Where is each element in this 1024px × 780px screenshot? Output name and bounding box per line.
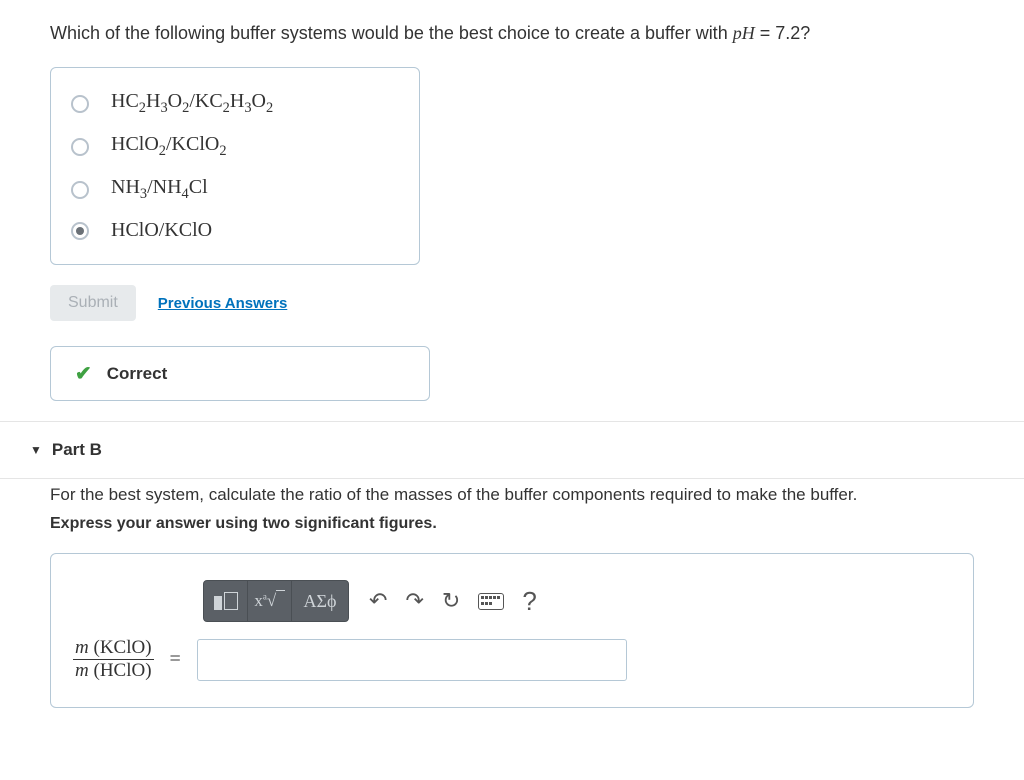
templates-button[interactable] — [204, 581, 248, 621]
caret-down-icon: ▼ — [30, 443, 42, 457]
part-b-title: Part B — [52, 440, 102, 460]
radio-icon[interactable] — [71, 181, 89, 199]
ratio-den: HClO — [100, 660, 145, 681]
redo-icon[interactable]: ↷ — [405, 588, 423, 614]
feedback-box: ✔ Correct — [50, 346, 430, 401]
option-3[interactable]: HClO/KClO — [71, 211, 399, 250]
answer-input[interactable] — [197, 639, 627, 681]
part-b-prompt: For the best system, calculate the ratio… — [50, 485, 974, 505]
greek-label: ΑΣϕ — [304, 591, 337, 612]
part-b-hint: Express your answer using two significan… — [50, 515, 974, 533]
option-formula: NH3/NH4Cl — [111, 176, 208, 203]
radio-icon[interactable] — [71, 138, 89, 156]
radio-icon[interactable] — [71, 95, 89, 113]
greek-button[interactable]: ΑΣϕ — [292, 581, 348, 621]
equals-sign: = — [164, 648, 187, 671]
ratio-num: KClO — [100, 637, 145, 658]
radio-icon[interactable] — [71, 222, 89, 240]
question-suffix: = 7.2? — [755, 23, 811, 43]
formula-toolbar: xa√ ΑΣϕ ↶ ↷ ↻ ? — [203, 579, 951, 623]
previous-answers-link[interactable]: Previous Answers — [158, 295, 288, 312]
reset-icon[interactable]: ↻ — [442, 588, 460, 614]
help-icon[interactable]: ? — [522, 586, 536, 617]
option-formula: HClO2/KClO2 — [111, 133, 227, 160]
check-icon: ✔ — [75, 361, 92, 386]
question-prefix: Which of the following buffer systems wo… — [50, 23, 733, 43]
part-b-header[interactable]: ▼ Part B — [0, 422, 1024, 478]
submit-button[interactable]: Submit — [50, 285, 136, 321]
part-a-question: Which of the following buffer systems wo… — [50, 20, 974, 47]
option-1[interactable]: HClO2/KClO2 — [71, 125, 399, 168]
options-box: HC2H3O2/KC2H3O2 HClO2/KClO2 NH3/NH4Cl HClO/… — [50, 67, 420, 265]
keyboard-icon[interactable] — [478, 593, 504, 610]
option-formula: HClO/KClO — [111, 219, 212, 242]
undo-icon[interactable]: ↶ — [369, 588, 387, 614]
option-2[interactable]: NH3/NH4Cl — [71, 168, 399, 211]
ratio-expression: m (KClO) m (HClO) — [73, 637, 154, 682]
fraction-button[interactable]: xa√ — [248, 581, 292, 621]
answer-area: xa√ ΑΣϕ ↶ ↷ ↻ ? m ( — [50, 553, 974, 708]
question-var: pH — [733, 23, 755, 43]
option-0[interactable]: HC2H3O2/KC2H3O2 — [71, 82, 399, 125]
feedback-label: Correct — [107, 364, 167, 384]
option-formula: HC2H3O2/KC2H3O2 — [111, 90, 273, 117]
